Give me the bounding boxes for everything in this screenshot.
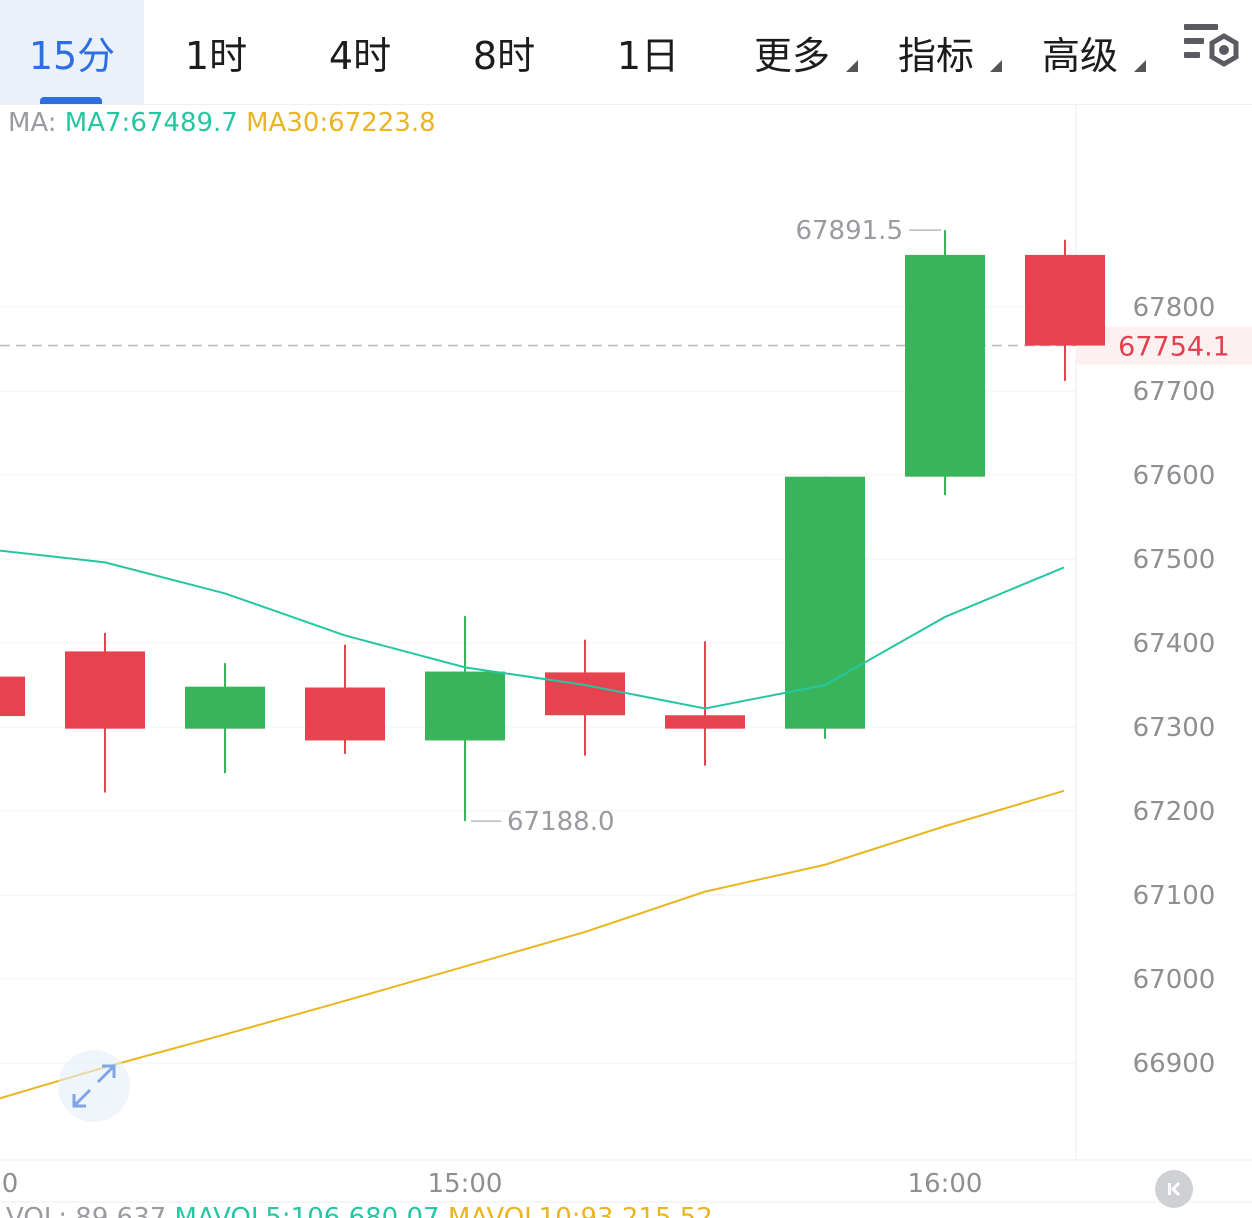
tab-label: 指标	[897, 33, 974, 78]
scroll-to-latest-button[interactable]	[1155, 1170, 1193, 1208]
y-tick-label: 67800	[1133, 293, 1216, 323]
current-price-label: 67754.1	[1118, 332, 1230, 363]
y-tick-label: 67100	[1133, 881, 1216, 911]
chart-settings-icon	[1184, 24, 1239, 67]
candle-body[interactable]	[0, 676, 25, 717]
tab-0[interactable]: 15分	[0, 0, 144, 104]
dropdown-corner-icon	[990, 60, 1002, 72]
x-tick-label: 16:00	[908, 1169, 983, 1199]
tab-label: 15分	[28, 33, 116, 78]
tab-label: 1时	[184, 33, 248, 78]
candle-body[interactable]	[425, 671, 505, 741]
y-tick-label: 67200	[1133, 797, 1216, 827]
y-tick-label: 67000	[1133, 965, 1216, 995]
dropdown-corner-icon	[1134, 60, 1146, 72]
chart-settings-button[interactable]	[1180, 20, 1244, 76]
y-tick-label: 67600	[1133, 461, 1216, 491]
candle-body[interactable]	[905, 254, 985, 477]
tab-2[interactable]: 4时	[288, 0, 432, 104]
expand-arrows-icon	[72, 1064, 116, 1108]
candle-body[interactable]	[185, 686, 265, 729]
y-tick-label: 66900	[1133, 1049, 1216, 1079]
active-tab-indicator	[40, 97, 102, 104]
tab-label: 更多	[753, 33, 830, 78]
vol-prefix: VOL: 89,637	[6, 1203, 167, 1218]
fullscreen-button[interactable]	[58, 1050, 130, 1122]
skip-back-icon	[1168, 1181, 1181, 1197]
low-price-label: 67188.0	[507, 807, 615, 837]
x-tick-label: 0	[2, 1169, 19, 1199]
tab-7[interactable]: 高级	[1008, 0, 1152, 104]
mavol10-value: MAVOL10:93,215.52	[447, 1203, 713, 1218]
x-tick-label: 15:00	[428, 1169, 503, 1199]
tab-4[interactable]: 1日	[576, 0, 720, 104]
volume-indicator-readout: VOL: 89,637 MAVOL5:106,680.07 MAVOL10:93…	[6, 1203, 713, 1218]
high-price-label: 67891.5	[795, 216, 903, 246]
tab-label: 4时	[328, 33, 392, 78]
y-tick-label: 67300	[1133, 713, 1216, 743]
dropdown-corner-icon	[846, 60, 858, 72]
tab-label: 1日	[616, 33, 680, 78]
candle-body[interactable]	[545, 672, 625, 716]
mavol5-value: MAVOL5:106,680.07	[174, 1203, 440, 1218]
candle-body[interactable]	[1025, 254, 1105, 346]
timeframe-tab-bar: 15分 1时 4时 8时 1日 更多 指标 高级	[0, 0, 1252, 105]
candle-body[interactable]	[665, 715, 745, 729]
y-tick-label: 67500	[1133, 545, 1216, 575]
candle-body[interactable]	[305, 687, 385, 741]
candle-body[interactable]	[65, 651, 145, 729]
tab-label: 高级	[1041, 33, 1118, 78]
tab-3[interactable]: 8时	[432, 0, 576, 104]
y-tick-label: 67700	[1133, 377, 1216, 407]
tab-5[interactable]: 更多	[720, 0, 864, 104]
candlestick-chart[interactable]: 67800 67700 67600 67500 67400 67300 67200 67100…	[0, 104, 1252, 1204]
ma7-line	[0, 549, 1065, 710]
y-tick-label: 67400	[1133, 629, 1216, 659]
tab-1[interactable]: 1时	[144, 0, 288, 104]
tab-6[interactable]: 指标	[864, 0, 1008, 104]
tab-label: 8时	[472, 33, 536, 78]
